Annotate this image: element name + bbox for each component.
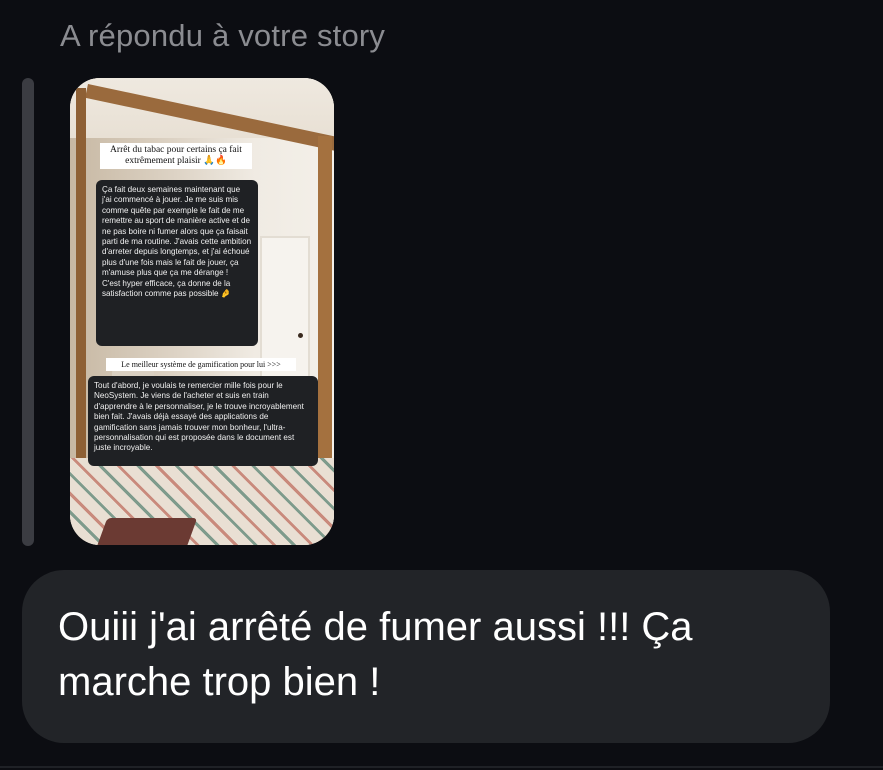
story-testimonial-one: Ça fait deux semaines maintenant que j'a… xyxy=(96,180,258,346)
story-door-knob xyxy=(298,333,303,338)
story-rug xyxy=(92,518,198,545)
story-thumbnail[interactable]: Arrêt du tabac pour certains ça fait ext… xyxy=(70,78,334,545)
reply-quote-bar xyxy=(22,78,34,546)
story-caption-top: Arrêt du tabac pour certains ça fait ext… xyxy=(100,143,252,169)
dm-conversation: A répondu à votre story Arrêt du tabac p… xyxy=(0,0,883,770)
message-text: Ouiii j'ai arrêté de fumer aussi !!! Ça … xyxy=(58,605,693,704)
story-reply-label: A répondu à votre story xyxy=(60,18,386,53)
bottom-divider xyxy=(0,766,883,768)
story-testimonial-two: Tout d'abord, je voulais te remercier mi… xyxy=(88,376,318,466)
story-caption-middle: Le meilleur système de gamification pour… xyxy=(106,358,296,372)
